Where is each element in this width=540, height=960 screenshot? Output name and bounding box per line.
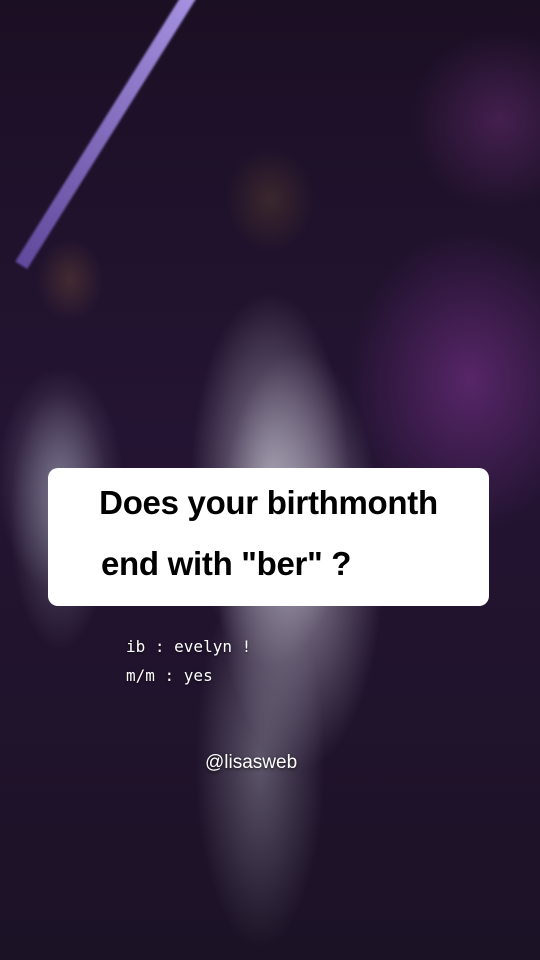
inspired-by-note: ib : evelyn ! [126, 637, 252, 656]
question-line-1: Does your birthmonth [99, 484, 438, 521]
question-line-2: end with "ber" ? [101, 545, 352, 582]
my-month-note: m/m : yes [126, 666, 213, 685]
question-card: Does your birthmonth end with "ber" ? [48, 468, 489, 606]
creator-watermark: @lisasweb [205, 752, 298, 773]
